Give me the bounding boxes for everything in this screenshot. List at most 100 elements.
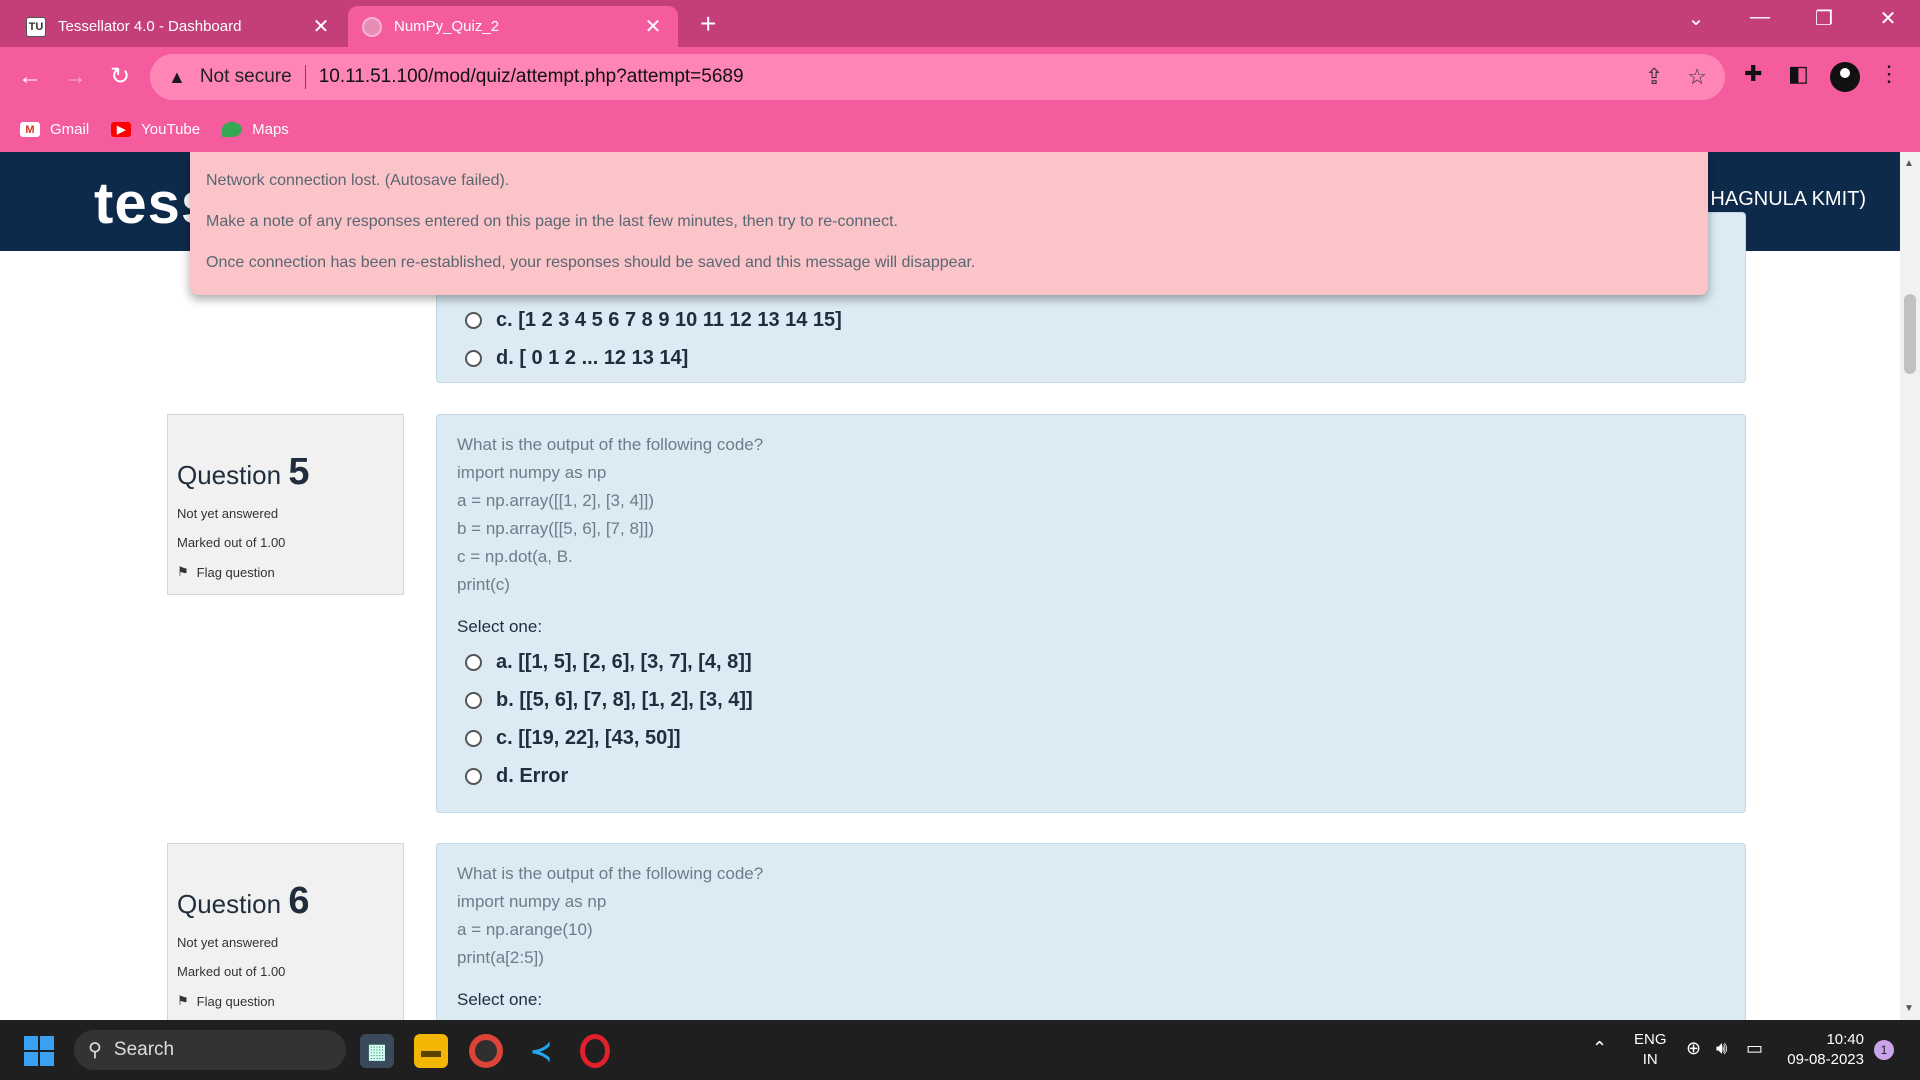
flag-icon: ⚑ <box>177 564 189 579</box>
scroll-down-icon[interactable]: ▼ <box>1904 1003 1914 1014</box>
windows-taskbar: ⚲ Search ▦ ▬ ≺ ⌃ ENG IN ⊕ 🔊︎ ▭ 10:40 09-… <box>0 1020 1920 1080</box>
question-number: Question 5 <box>177 451 394 494</box>
alert-line: Network connection lost. (Autosave faile… <box>206 172 510 189</box>
question-number: Question 6 <box>177 880 394 923</box>
option-label[interactable]: d. [ 0 1 2 ... 12 13 14] <box>496 347 688 370</box>
taskbar-search[interactable]: ⚲ Search <box>74 1030 346 1070</box>
question-6-info: Question 6 Not yet answered Marked out o… <box>167 843 404 1020</box>
flag-label[interactable]: Flag question <box>197 994 275 1009</box>
radio-button[interactable] <box>465 349 482 367</box>
scroll-up-icon[interactable]: ▲ <box>1904 158 1914 169</box>
answer-option[interactable]: a. [[1, 5], [2, 6], [3, 7], [4, 8]] <box>437 643 1745 681</box>
answer-option[interactable]: b. [[5, 6], [7, 8], [1, 2], [3, 4]] <box>437 681 1745 719</box>
close-icon[interactable]: ✕ <box>642 14 664 39</box>
tab-title: NumPy_Quiz_2 <box>394 18 500 35</box>
back-button[interactable]: ← <box>14 61 46 93</box>
extensions-icon[interactable]: ✚ <box>1744 61 1762 87</box>
volume-icon[interactable]: 🔊︎ <box>1716 1038 1727 1058</box>
file-explorer-icon[interactable]: ▬ <box>414 1034 448 1068</box>
security-label[interactable]: Not secure <box>200 66 292 88</box>
new-tab-button[interactable]: + <box>700 8 716 40</box>
option-label[interactable]: a. [[1, 5], [2, 6], [3, 7], [4, 8]] <box>496 651 752 674</box>
question-text: What is the output of the following code… <box>437 844 1745 972</box>
url-text[interactable]: 10.11.51.100/mod/quiz/attempt.php?attemp… <box>319 66 744 88</box>
side-panel-icon[interactable]: ◧ <box>1788 61 1809 87</box>
user-menu[interactable]: HAGNULA KMIT) <box>1710 188 1866 211</box>
vscode-icon[interactable]: ≺ <box>524 1034 558 1068</box>
radio-button[interactable] <box>465 729 482 747</box>
tab-quiz[interactable]: NumPy_Quiz_2 ✕ <box>348 6 678 47</box>
answer-option[interactable]: c. [[19, 22], [43, 50]] <box>437 719 1745 757</box>
star-icon[interactable]: ☆ <box>1687 64 1707 90</box>
bookmark-gmail[interactable]: M Gmail <box>20 121 89 138</box>
question-line: What is the output of the following code… <box>457 435 764 454</box>
page-scrollbar[interactable]: ▲ ▼ <box>1900 152 1920 1020</box>
bookmark-label: Gmail <box>50 121 90 138</box>
menu-icon[interactable]: ⋮ <box>1878 61 1900 87</box>
windows-start-icon[interactable] <box>24 1036 54 1066</box>
minimize-button[interactable]: — <box>1740 6 1780 29</box>
question-status: Not yet answered <box>177 506 279 521</box>
language-indicator[interactable]: ENG IN <box>1634 1030 1667 1070</box>
tu-logo-icon: TU <box>26 16 46 37</box>
answer-option[interactable]: d. [ 0 1 2 ... 12 13 14] <box>437 339 1745 377</box>
close-icon[interactable]: ✕ <box>310 14 332 39</box>
reload-button[interactable]: ↻ <box>104 61 136 93</box>
question-label: Question <box>177 460 282 490</box>
alert-line: Once connection has been re-established,… <box>206 254 976 271</box>
bookmark-maps[interactable]: Maps <box>222 121 289 138</box>
bookmark-label: Maps <box>252 121 289 138</box>
chrome-icon[interactable] <box>469 1034 503 1068</box>
option-label[interactable]: b. [[5, 6], [7, 8], [1, 2], [3, 4]] <box>496 689 753 712</box>
search-icon: ⚲ <box>88 1039 102 1061</box>
restore-button[interactable]: ❐ <box>1804 6 1844 31</box>
profile-avatar[interactable] <box>1830 62 1860 92</box>
flag-label[interactable]: Flag question <box>197 565 275 580</box>
answer-options: a. [[1, 5], [2, 6], [3, 7], [4, 8]] b. [… <box>437 637 1745 795</box>
flag-question-link[interactable]: ⚑ Flag question <box>177 993 394 1009</box>
option-label[interactable]: d. Error <box>496 765 568 788</box>
clock[interactable]: 10:40 09-08-2023 <box>1784 1030 1864 1070</box>
option-label[interactable]: c. [[19, 22], [43, 50]] <box>496 727 681 750</box>
radio-button[interactable] <box>465 311 482 329</box>
tab-dashboard[interactable]: TU Tessellator 4.0 - Dashboard ✕ <box>12 6 346 47</box>
battery-icon[interactable]: ▭ <box>1746 1038 1763 1058</box>
question-5-card: What is the output of the following code… <box>436 414 1746 813</box>
question-label: Question <box>177 889 282 919</box>
share-icon[interactable]: ⇪ <box>1645 64 1663 90</box>
question-marks: Marked out of 1.00 <box>177 964 286 979</box>
opera-icon[interactable] <box>580 1034 610 1068</box>
code-line: a = np.arange(10) <box>457 920 593 939</box>
chevron-down-icon[interactable]: ⌄ <box>1676 6 1716 31</box>
code-line: print(c) <box>457 575 510 594</box>
radio-button[interactable] <box>465 653 482 671</box>
bookmark-youtube[interactable]: ▶ YouTube <box>111 121 200 138</box>
bookmarks-bar: M Gmail ▶ YouTube Maps <box>0 107 1920 152</box>
notification-badge[interactable]: 1 <box>1874 1040 1894 1060</box>
network-icon[interactable]: ⊕ <box>1686 1038 1701 1058</box>
answer-option[interactable]: d. Error <box>437 757 1745 795</box>
scrollbar-thumb[interactable] <box>1904 294 1916 374</box>
question-number-value: 6 <box>288 880 310 922</box>
chevron-up-icon[interactable]: ⌃ <box>1592 1038 1607 1058</box>
language-code: ENG <box>1634 1031 1667 1048</box>
question-5-info: Question 5 Not yet answered Marked out o… <box>167 414 404 595</box>
close-window-button[interactable]: ✕ <box>1868 6 1908 31</box>
flag-question-link[interactable]: ⚑ Flag question <box>177 564 394 580</box>
forward-button[interactable]: → <box>59 61 91 93</box>
question-6-card: What is the output of the following code… <box>436 843 1746 1020</box>
connection-lost-alert: Network connection lost. (Autosave faile… <box>190 152 1708 295</box>
question-text: What is the output of the following code… <box>437 415 1745 599</box>
flag-icon: ⚑ <box>177 993 189 1008</box>
youtube-icon: ▶ <box>111 122 132 137</box>
code-line: print(a[2:5]) <box>457 948 544 967</box>
radio-button[interactable] <box>465 691 482 709</box>
select-one-label: Select one: <box>457 617 543 636</box>
address-bar[interactable]: ▲ Not secure 10.11.51.100/mod/quiz/attem… <box>150 54 1725 100</box>
calculator-icon[interactable]: ▦ <box>360 1034 394 1068</box>
radio-button[interactable] <box>465 767 482 785</box>
warning-icon: ▲ <box>168 66 186 87</box>
answer-option[interactable]: c. [1 2 3 4 5 6 7 8 9 10 11 12 13 14 15] <box>437 301 1745 339</box>
option-label[interactable]: c. [1 2 3 4 5 6 7 8 9 10 11 12 13 14 15] <box>496 309 842 332</box>
select-one-label: Select one: <box>457 990 543 1009</box>
